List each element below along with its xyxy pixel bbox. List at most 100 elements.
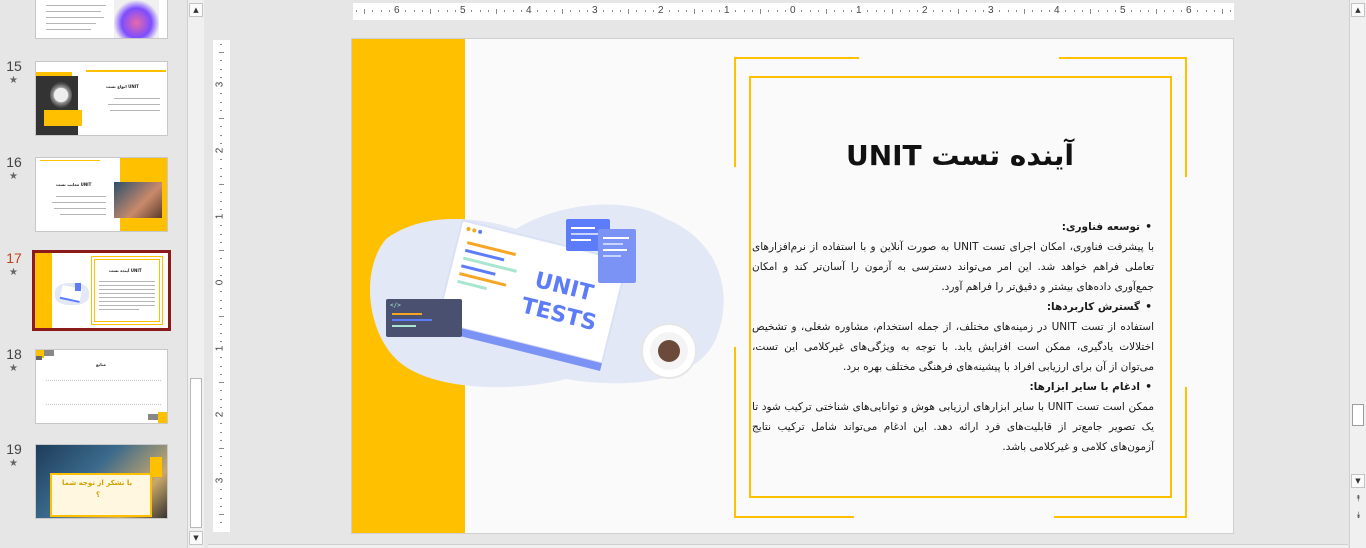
animation-star-icon: ★ xyxy=(9,267,18,278)
next-slide-button[interactable]: ⯯ xyxy=(1353,510,1364,522)
ruler-label: 2 xyxy=(658,5,664,16)
thumbnail-16[interactable]: 16 ★ معایب تست UNIT xyxy=(0,153,186,235)
thumbnail-scroll-thumb[interactable] xyxy=(190,378,202,528)
ruler-tick xyxy=(933,10,935,12)
ruler-tick xyxy=(220,505,222,507)
ruler-tick xyxy=(611,10,613,12)
ruler-tick xyxy=(1048,10,1050,12)
ruler-tick xyxy=(685,10,687,12)
ruler-tick xyxy=(479,10,481,12)
ruler-label: 1 xyxy=(856,5,862,16)
ruler-tick xyxy=(1139,10,1141,12)
double-chevron-up-icon: ⯭ xyxy=(1355,494,1362,504)
slide-title[interactable]: آینده تست UNIT xyxy=(750,139,1170,172)
ruler-tick xyxy=(380,10,382,12)
thumbnail-18[interactable]: 18 ★ منابع xyxy=(0,346,186,428)
thumbnail-18-frame[interactable]: منابع xyxy=(35,349,168,424)
ruler-tick xyxy=(628,8,629,14)
ruler-tick xyxy=(512,10,514,12)
thumbnail-15[interactable]: 15 ★ انواع تست UNIT xyxy=(0,58,186,140)
ruler-tick xyxy=(220,192,222,194)
ruler-tick xyxy=(471,10,473,12)
ruler-tick xyxy=(908,10,910,12)
triangle-down-icon: ▼ xyxy=(1355,477,1361,485)
ruler-tick xyxy=(1090,8,1091,14)
thumbnail-19-frame[interactable]: با تشکر از توجه شما ؟ xyxy=(35,444,168,519)
thumbnail-19[interactable]: 19 ★ با تشکر از توجه شما ؟ xyxy=(0,440,186,522)
scroll-down-button[interactable]: ▼ xyxy=(1351,474,1365,488)
scroll-up-button[interactable]: ▲ xyxy=(189,3,203,17)
ruler-tick xyxy=(1040,10,1042,12)
ruler-tick xyxy=(220,340,222,342)
ruler-tick xyxy=(636,10,638,12)
ruler-tick xyxy=(355,10,357,12)
double-chevron-down-icon: ⯯ xyxy=(1355,511,1362,521)
thumbnail-19-subtitle: ؟ xyxy=(96,491,101,499)
thumbnail-17-title: آینده تست UNIT xyxy=(109,268,142,273)
ruler-tick xyxy=(760,8,761,14)
ruler-tick xyxy=(586,10,588,12)
ruler-tick xyxy=(875,10,877,12)
ruler-tick xyxy=(388,10,390,12)
scroll-up-button[interactable]: ▲ xyxy=(1351,3,1365,17)
previous-slide-button[interactable]: ⯭ xyxy=(1353,493,1364,505)
ruler-tick xyxy=(220,307,222,309)
thumbnail-16-title: معایب تست UNIT xyxy=(56,182,92,187)
ruler-tick xyxy=(220,266,222,268)
slide-scroll-thumb[interactable] xyxy=(1352,404,1364,426)
ruler-tick xyxy=(1213,10,1215,12)
thumbnail-number: 19 xyxy=(6,441,22,457)
horizontal-ruler[interactable]: 6 5 4 3 2 1 0 1 2 3 4 5 6 xyxy=(353,3,1234,20)
ruler-tick xyxy=(1131,10,1133,12)
bullet-heading: توسعه فناوری: xyxy=(752,217,1154,237)
thumbnail-scrollbar[interactable]: ▲ ▼ xyxy=(187,0,204,548)
ruler-tick xyxy=(1205,10,1207,12)
ruler-tick xyxy=(1073,10,1075,12)
slide-vertical-scrollbar[interactable]: ▲ ▼ ⯭ ⯯ xyxy=(1349,0,1366,548)
ruler-tick xyxy=(694,8,695,14)
ruler-tick xyxy=(570,10,572,12)
ruler-tick xyxy=(520,10,522,12)
ruler-tick xyxy=(454,10,456,12)
ruler-tick xyxy=(710,10,712,12)
thumbnail-14-frame[interactable] xyxy=(35,0,168,39)
ruler-tick xyxy=(438,10,440,12)
ruler-tick xyxy=(220,489,222,491)
triangle-up-icon: ▲ xyxy=(193,6,199,14)
horizontal-scrollbar[interactable] xyxy=(208,544,1348,548)
ruler-tick xyxy=(220,43,222,45)
unit-tests-illustration-svg: UNIT TESTS </> xyxy=(369,204,724,388)
ruler-tick xyxy=(1156,8,1157,14)
thumbnail-17-frame[interactable]: آینده تست UNIT xyxy=(32,250,171,331)
ruler-tick xyxy=(537,10,539,12)
ruler-tick xyxy=(966,10,968,12)
thumbnail-number: 16 xyxy=(6,154,22,170)
bullet-text: ممکن است تست UNIT با سایر ابزارهای ارزیا… xyxy=(752,401,1154,453)
unit-tests-illustration: UNIT TESTS </> xyxy=(366,199,736,399)
ruler-tick xyxy=(1065,10,1067,12)
ruler-tick xyxy=(751,10,753,12)
scroll-down-button[interactable]: ▼ xyxy=(189,531,203,545)
ruler-tick xyxy=(220,167,222,169)
ruler-tick xyxy=(1230,10,1232,12)
slide-body-text[interactable]: توسعه فناوری: با پیشرفت فناوری، امکان اج… xyxy=(752,217,1154,457)
ruler-tick xyxy=(982,10,984,12)
thumbnail-17-selected[interactable]: 17 ★ آینده تست UNIT xyxy=(0,250,186,334)
thumbnail-16-frame[interactable]: معایب تست UNIT xyxy=(35,157,168,232)
slide-canvas[interactable]: UNIT TESTS </> آینده تست UNIT • توسعه فن… xyxy=(351,38,1234,534)
ruler-tick xyxy=(1164,10,1166,12)
slide-thumbnail-pane[interactable]: 15 ★ انواع تست UNIT 16 ★ معایب تست UNIT … xyxy=(0,0,186,548)
thumbnail-15-title: انواع تست UNIT xyxy=(106,84,139,89)
triangle-up-icon: ▲ xyxy=(1355,6,1361,14)
ruler-tick xyxy=(1098,10,1100,12)
ruler-label: 3 xyxy=(988,5,994,16)
ruler-label: 6 xyxy=(1186,5,1192,16)
bullet-text: استفاده از تست UNIT در زمینه‌های مختلف، … xyxy=(752,321,1154,373)
thumbnail-14[interactable] xyxy=(0,0,186,42)
ruler-tick xyxy=(372,10,374,12)
vertical-ruler[interactable]: 3 2 1 0 1 2 3 xyxy=(213,40,230,532)
ruler-tick xyxy=(867,10,869,12)
ruler-tick xyxy=(1222,8,1223,14)
ruler-tick xyxy=(220,76,222,78)
thumbnail-15-frame[interactable]: انواع تست UNIT xyxy=(35,61,168,136)
